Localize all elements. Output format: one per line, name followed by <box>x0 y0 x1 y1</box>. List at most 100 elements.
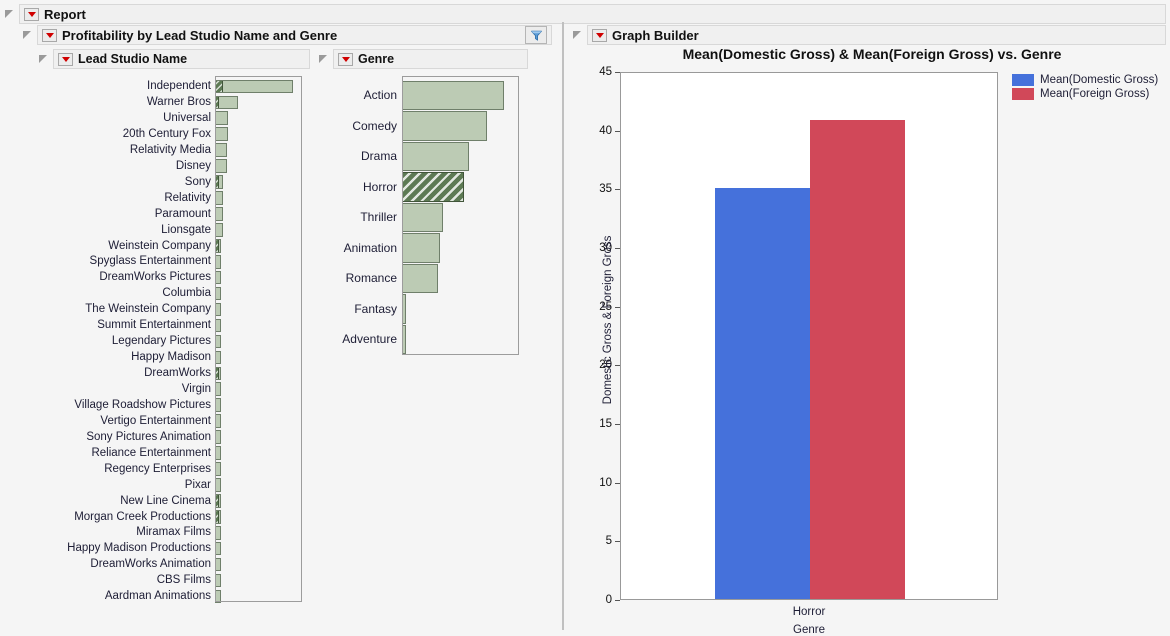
disclosure-triangle-icon[interactable] <box>4 9 14 19</box>
red-triangle-down-icon[interactable] <box>24 7 39 21</box>
studio-bar[interactable] <box>215 382 221 397</box>
studio-bar[interactable] <box>215 589 221 604</box>
studio-category-row[interactable]: New Line Cinema <box>38 493 310 508</box>
studio-bar[interactable] <box>215 270 221 285</box>
studio-category-row[interactable]: Reliance Entertainment <box>38 446 310 461</box>
studio-category-label[interactable]: Pixar <box>38 478 215 493</box>
studio-category-label[interactable]: Relativity Media <box>38 143 215 158</box>
studio-category-row[interactable]: Aardman Animations <box>38 589 310 604</box>
studio-category-label[interactable]: The Weinstein Company <box>38 302 215 317</box>
genre-category-row[interactable]: Adventure <box>318 324 528 355</box>
studio-bar[interactable] <box>215 366 221 381</box>
studio-category-label[interactable]: Aardman Animations <box>38 589 215 604</box>
studio-category-row[interactable]: Village Roadshow Pictures <box>38 398 310 413</box>
funnel-filter-icon[interactable] <box>525 26 547 44</box>
studio-category-label[interactable]: Sony Pictures Animation <box>38 430 215 445</box>
genre-bar[interactable] <box>402 141 469 172</box>
studio-category-row[interactable]: Legendary Pictures <box>38 334 310 349</box>
studio-category-label[interactable]: Virgin <box>38 382 215 397</box>
red-triangle-down-icon[interactable] <box>42 28 57 42</box>
studio-bar[interactable] <box>215 462 221 476</box>
red-triangle-down-icon[interactable] <box>338 52 353 66</box>
chart-bar[interactable] <box>715 188 810 599</box>
studio-header-bar[interactable]: Lead Studio Name <box>53 49 310 69</box>
studio-category-row[interactable]: DreamWorks <box>38 366 310 381</box>
studio-bar[interactable] <box>215 334 221 349</box>
studio-bar[interactable] <box>215 318 221 333</box>
studio-bar[interactable] <box>215 557 221 572</box>
studio-bar[interactable] <box>215 159 227 173</box>
studio-category-row[interactable]: Sony <box>38 175 310 190</box>
studio-bar[interactable] <box>215 430 221 444</box>
studio-category-row[interactable]: 20th Century Fox <box>38 127 310 142</box>
genre-category-label[interactable]: Drama <box>318 149 402 163</box>
studio-category-row[interactable]: Regency Enterprises <box>38 462 310 477</box>
genre-bar[interactable] <box>402 324 406 355</box>
studio-category-row[interactable]: Summit Entertainment <box>38 318 310 333</box>
genre-header-bar[interactable]: Genre <box>333 49 528 69</box>
genre-category-label[interactable]: Fantasy <box>318 302 402 316</box>
genre-category-row[interactable]: Action <box>318 80 528 111</box>
studio-category-label[interactable]: Legendary Pictures <box>38 334 215 349</box>
studio-category-label[interactable]: Happy Madison <box>38 350 215 365</box>
genre-category-label[interactable]: Comedy <box>318 119 402 133</box>
graph-builder-header-bar[interactable]: Graph Builder <box>587 25 1166 45</box>
studio-category-row[interactable]: Disney <box>38 159 310 174</box>
genre-bar[interactable] <box>402 233 441 263</box>
disclosure-triangle-icon[interactable] <box>318 54 328 64</box>
studio-bar[interactable] <box>215 286 221 301</box>
disclosure-triangle-icon[interactable] <box>22 30 32 40</box>
studio-category-label[interactable]: Spyglass Entertainment <box>38 254 215 269</box>
genre-category-label[interactable]: Animation <box>318 241 402 255</box>
studio-bar[interactable] <box>215 238 221 253</box>
disclosure-triangle-icon[interactable] <box>572 30 582 40</box>
studio-bar[interactable] <box>215 191 224 205</box>
genre-bar[interactable] <box>402 294 407 324</box>
studio-bar[interactable] <box>215 350 221 365</box>
studio-category-label[interactable]: Lionsgate <box>38 223 215 238</box>
genre-category-label[interactable]: Action <box>318 88 402 102</box>
studio-category-row[interactable]: Relativity Media <box>38 143 310 158</box>
studio-category-label[interactable]: Village Roadshow Pictures <box>38 398 215 413</box>
profitability-header-bar[interactable]: Profitability by Lead Studio Name and Ge… <box>37 25 552 45</box>
studio-bar[interactable] <box>215 127 228 141</box>
genre-category-row[interactable]: Drama <box>318 141 528 172</box>
studio-category-row[interactable]: Happy Madison <box>38 350 310 365</box>
studio-category-row[interactable]: Virgin <box>38 382 310 397</box>
studio-category-row[interactable]: Spyglass Entertainment <box>38 254 310 269</box>
genre-category-row[interactable]: Horror <box>318 172 528 203</box>
studio-category-label[interactable]: Vertigo Entertainment <box>38 414 215 429</box>
studio-category-label[interactable]: New Line Cinema <box>38 494 215 509</box>
studio-category-row[interactable]: DreamWorks Pictures <box>38 270 310 285</box>
studio-category-label[interactable]: Relativity <box>38 191 215 206</box>
genre-category-row[interactable]: Romance <box>318 263 528 294</box>
studio-category-label[interactable]: 20th Century Fox <box>38 127 215 142</box>
studio-bar[interactable] <box>215 573 221 588</box>
studio-bar[interactable] <box>215 478 221 492</box>
studio-category-row[interactable]: Sony Pictures Animation <box>38 430 310 445</box>
studio-category-label[interactable]: DreamWorks Pictures <box>38 270 215 285</box>
studio-category-label[interactable]: Summit Entertainment <box>38 318 215 333</box>
red-triangle-down-icon[interactable] <box>58 52 73 66</box>
genre-category-row[interactable]: Fantasy <box>318 294 528 325</box>
studio-category-label[interactable]: Universal <box>38 111 215 126</box>
studio-category-label[interactable]: Happy Madison Productions <box>38 541 215 556</box>
report-header-bar[interactable]: Report <box>19 4 1166 24</box>
studio-category-row[interactable]: Universal <box>38 111 310 126</box>
genre-distribution-chart[interactable]: Action Comedy Drama Horror Thriller Animation… <box>318 76 528 361</box>
studio-category-row[interactable]: Columbia <box>38 286 310 301</box>
plot-area[interactable] <box>620 72 998 600</box>
studio-bar[interactable] <box>215 509 221 524</box>
genre-outline-row[interactable]: Genre <box>318 49 528 69</box>
genre-bar-selected[interactable] <box>402 172 464 202</box>
studio-bar[interactable] <box>215 541 221 556</box>
genre-category-row[interactable]: Comedy <box>318 111 528 142</box>
studio-category-row[interactable]: Warner Bros <box>38 95 310 110</box>
report-outline-row[interactable]: Report <box>4 4 1166 24</box>
studio-bar[interactable] <box>215 302 221 317</box>
studio-bar[interactable] <box>215 494 221 508</box>
studio-category-row[interactable]: Morgan Creek Productions <box>38 509 310 524</box>
studio-bar[interactable] <box>215 95 239 110</box>
genre-category-row[interactable]: Thriller <box>318 202 528 233</box>
studio-category-label[interactable]: CBS Films <box>38 573 215 588</box>
